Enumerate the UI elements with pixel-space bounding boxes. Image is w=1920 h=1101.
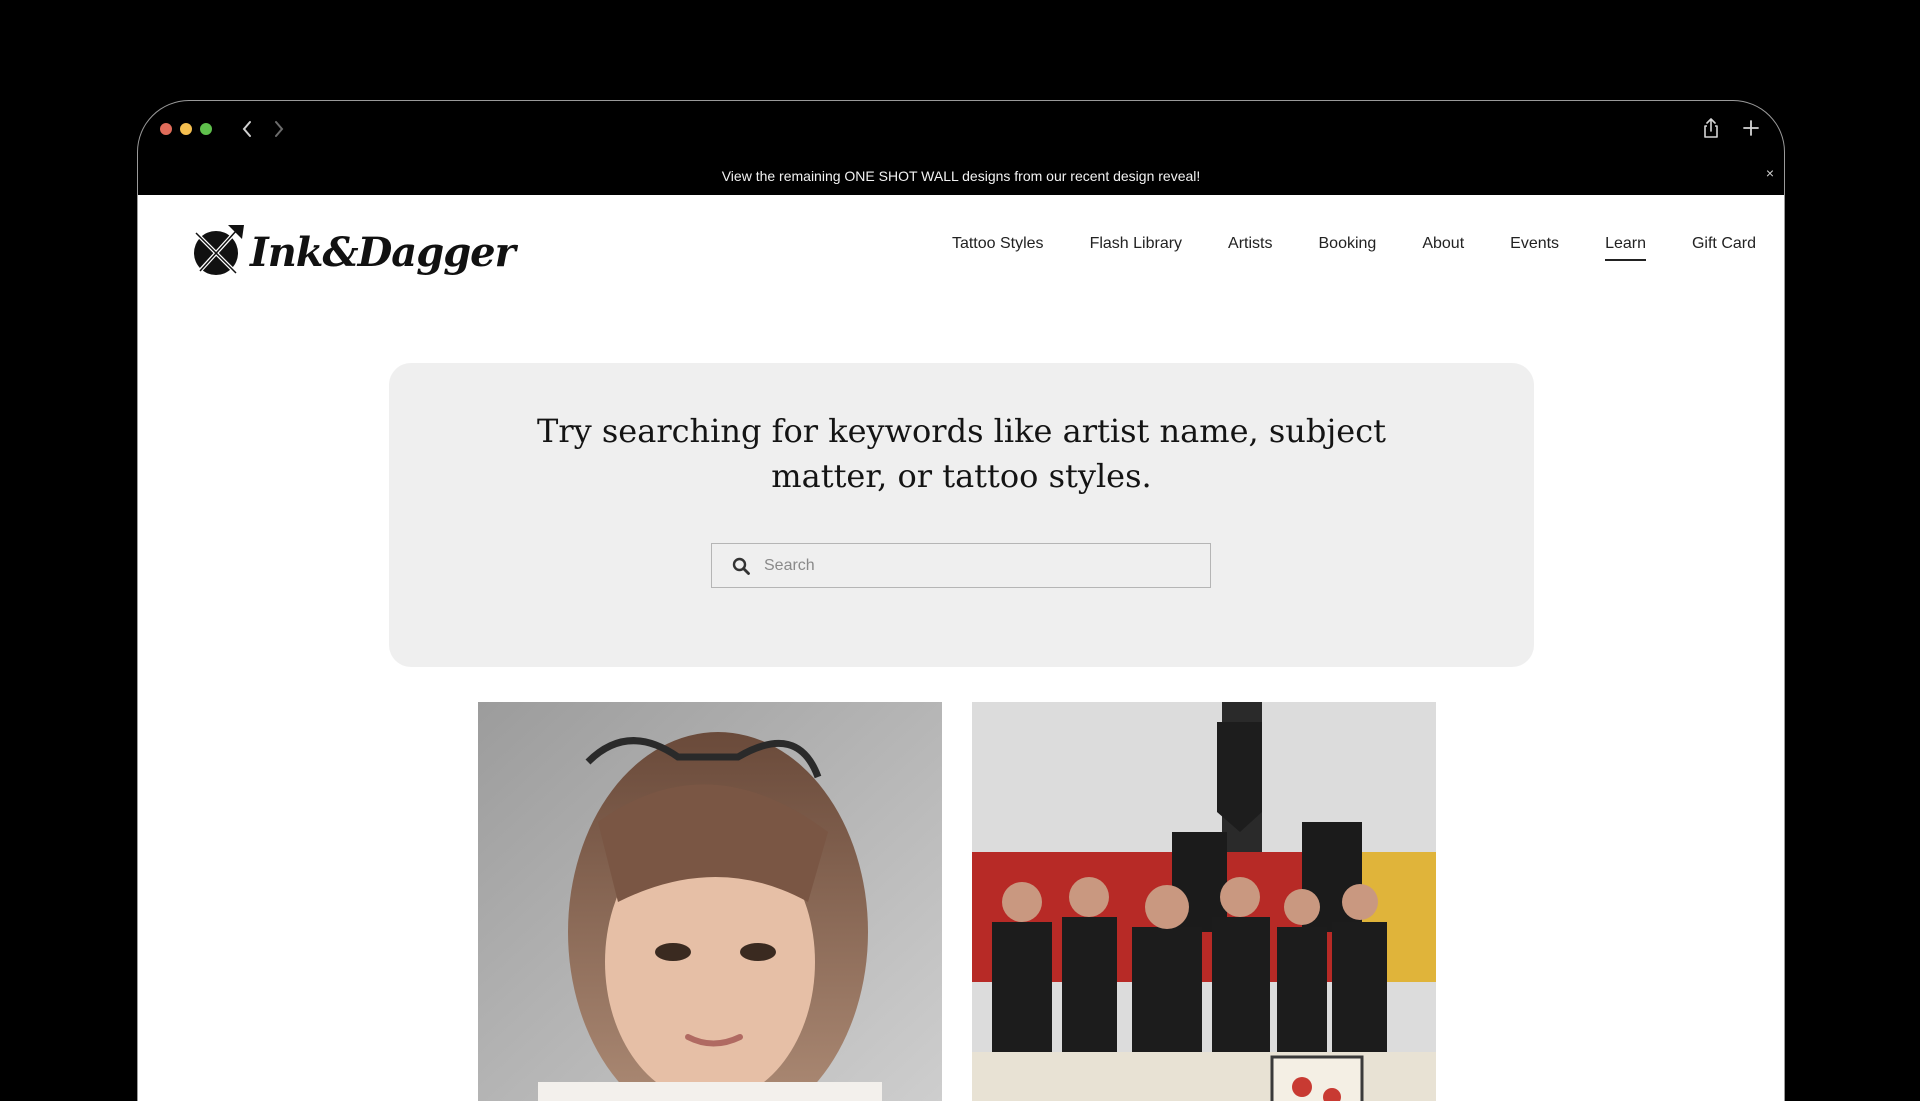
plus-icon[interactable] — [1736, 113, 1766, 143]
search-input[interactable] — [762, 555, 1186, 576]
website: Ink&Dagger Tattoo Styles Flash Library A… — [138, 195, 1784, 1101]
nav-tattoo-styles[interactable]: Tattoo Styles — [952, 235, 1044, 261]
minimize-window-button[interactable] — [180, 123, 192, 135]
artist-portrait-image[interactable] — [478, 702, 942, 1101]
nav-artists[interactable]: Artists — [1228, 235, 1272, 261]
browser-window: View the remaining ONE SHOT WALL designs… — [137, 100, 1785, 1101]
search-box[interactable] — [711, 543, 1211, 588]
main-nav: Tattoo Styles Flash Library Artists Book… — [952, 235, 1756, 261]
logo-wordmark: Ink&Dagger — [250, 228, 516, 276]
nav-flash-library[interactable]: Flash Library — [1090, 235, 1182, 261]
browser-titlebar — [138, 101, 1784, 157]
maximize-window-button[interactable] — [200, 123, 212, 135]
chevron-right-icon[interactable] — [266, 115, 292, 143]
search-headline-line-2: matter, or tattoo styles. — [771, 457, 1152, 495]
nav-about[interactable]: About — [1422, 235, 1464, 261]
search-headline-line-1: Try searching for keywords like artist n… — [536, 412, 1387, 450]
close-icon[interactable]: × — [1766, 165, 1774, 181]
site-logo[interactable]: Ink&Dagger — [188, 223, 516, 281]
crossed-dagger-logo-icon — [192, 225, 244, 277]
chevron-left-icon[interactable] — [234, 115, 260, 143]
search-headline: Try searching for keywords like artist n… — [389, 409, 1534, 499]
team-event-booth-image[interactable] — [972, 702, 1436, 1101]
share-icon[interactable] — [1696, 113, 1726, 143]
search-icon — [732, 557, 750, 575]
site-header: Ink&Dagger Tattoo Styles Flash Library A… — [138, 195, 1784, 315]
nav-events[interactable]: Events — [1510, 235, 1559, 261]
nav-booking[interactable]: Booking — [1319, 235, 1377, 261]
close-window-button[interactable] — [160, 123, 172, 135]
announcement-text[interactable]: View the remaining ONE SHOT WALL designs… — [722, 168, 1201, 184]
search-card: Try searching for keywords like artist n… — [389, 363, 1534, 667]
nav-gift-card[interactable]: Gift Card — [1692, 235, 1756, 261]
nav-learn[interactable]: Learn — [1605, 235, 1646, 261]
announcement-bar: View the remaining ONE SHOT WALL designs… — [138, 157, 1784, 195]
